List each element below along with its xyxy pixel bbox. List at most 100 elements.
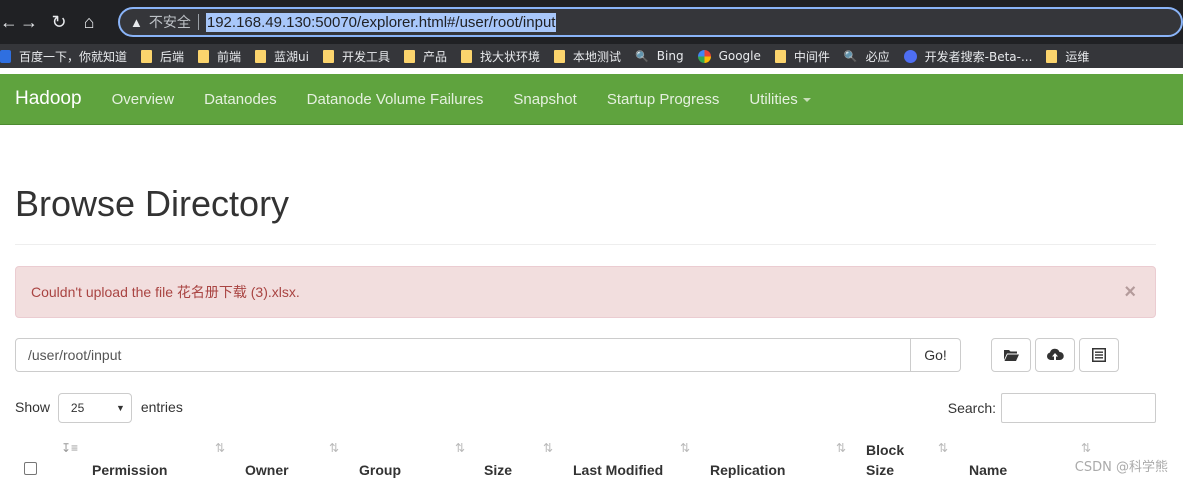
bookmark-local-test[interactable]: 本地测试 — [554, 48, 621, 65]
column-last-modified[interactable]: Last Modified — [573, 462, 663, 478]
bookmark-label: 百度一下，你就知道 — [19, 49, 128, 64]
error-alert: Couldn't upload the file 花名册下载 (3).xlsx.… — [15, 266, 1156, 318]
browser-toolbar: ← → ↻ ⌂ ▲ 不安全 192.168.49.130:50070/explo… — [0, 0, 1183, 44]
column-owner[interactable]: Owner — [245, 462, 289, 478]
warning-icon[interactable]: ▲ — [130, 15, 143, 30]
bookmark-label: 必应 — [865, 49, 890, 64]
search-input[interactable] — [1001, 393, 1156, 423]
nav-utilities[interactable]: Utilities — [749, 90, 811, 108]
alert-message: Couldn't upload the file 花名册下载 (3).xlsx. — [31, 284, 300, 300]
entries-label: entries — [140, 399, 183, 415]
column-permission[interactable]: Permission — [92, 462, 167, 478]
cut-paste-button[interactable] — [1079, 338, 1119, 372]
sort-icon[interactable]: ⇅ — [1081, 441, 1091, 455]
folder-icon — [774, 49, 786, 63]
title-divider — [15, 244, 1156, 245]
chevron-down-icon: ▼ — [116, 403, 125, 413]
address-bar[interactable]: ▲ 不安全 192.168.49.130:50070/explorer.html… — [118, 7, 1183, 37]
sort-icon[interactable]: ⇅ — [215, 441, 225, 455]
bookmark-baidu[interactable]: 百度一下，你就知道 — [0, 48, 127, 65]
sort-icon[interactable]: ⇅ — [680, 441, 690, 455]
search-label: Search: — [947, 400, 996, 416]
caret-down-icon — [802, 97, 811, 102]
sort-icon[interactable]: ⇅ — [836, 441, 846, 455]
folder-icon — [1046, 49, 1058, 63]
folder-icon — [461, 49, 473, 63]
watermark: CSDN @科学熊 — [1074, 460, 1168, 475]
sort-icon[interactable]: ⇅ — [455, 441, 465, 455]
sort-icon[interactable]: ⇅ — [329, 441, 339, 455]
hadoop-navbar: Hadoop Overview Datanodes Datanode Volum… — [0, 74, 1183, 125]
search-icon: 🔍 — [635, 49, 649, 63]
bookmark-label: 产品 — [423, 49, 448, 64]
bookmark-label: 蓝湖ui — [274, 49, 309, 64]
bookmark-dev-search[interactable]: 开发者搜索-Beta-... — [903, 48, 1033, 65]
column-replication[interactable]: Replication — [710, 462, 785, 478]
sort-icon[interactable]: ⇅ — [543, 441, 553, 455]
bookmark-label: 找大状环境 — [480, 49, 541, 64]
nav-utilities-label: Utilities — [749, 90, 798, 108]
bookmarks-bar: 百度一下，你就知道 后端 前端 蓝湖ui 开发工具 产品 找大状环境 本地测试 … — [0, 44, 1183, 68]
brand-link[interactable]: Hadoop — [15, 88, 82, 110]
bookmark-label: 开发者搜索-Beta-... — [924, 49, 1033, 64]
bookmark-label: 前端 — [217, 49, 242, 64]
security-status[interactable]: 不安全 — [149, 12, 191, 32]
column-block-size-line1[interactable]: Block — [866, 442, 904, 458]
url-text[interactable]: 192.168.49.130:50070/explorer.html#/user… — [205, 12, 557, 32]
bookmark-env[interactable]: 找大状环境 — [461, 48, 540, 65]
bookmark-lanhu[interactable]: 蓝湖ui — [255, 48, 309, 65]
create-directory-button[interactable] — [991, 338, 1031, 372]
bookmark-label: Bing — [656, 49, 684, 63]
folder-icon — [554, 49, 566, 63]
reload-icon[interactable]: ↻ — [44, 0, 74, 44]
bookmark-label: 本地测试 — [573, 49, 622, 64]
bookmark-backend[interactable]: 后端 — [141, 48, 184, 65]
nav-startup-progress[interactable]: Startup Progress — [607, 91, 720, 108]
folder-icon — [404, 49, 416, 63]
search-icon: 🔍 — [843, 49, 858, 63]
bookmark-label: 开发工具 — [342, 49, 391, 64]
bookmark-google[interactable]: Google — [697, 49, 761, 63]
nav-overview[interactable]: Overview — [112, 91, 175, 108]
bookmark-middleware[interactable]: 中间件 — [774, 48, 830, 65]
column-size[interactable]: Size — [484, 462, 512, 478]
folder-icon — [255, 49, 267, 63]
dev-search-icon — [903, 49, 917, 63]
entries-value: 25 — [70, 401, 85, 415]
back-icon[interactable]: ← — [0, 0, 14, 44]
bookmark-bing[interactable]: 🔍 Bing — [635, 49, 684, 63]
baidu-icon — [0, 49, 11, 63]
bookmark-frontend[interactable]: 前端 — [198, 48, 241, 65]
entries-control: Show 25 ▼ entries — [15, 393, 183, 423]
bookmark-ops[interactable]: 运维 — [1046, 48, 1089, 65]
select-all-checkbox[interactable] — [24, 462, 37, 475]
bookmark-label: 运维 — [1065, 49, 1090, 64]
sort-asc-icon[interactable]: ↧≡ — [61, 441, 78, 455]
entries-select[interactable]: 25 ▼ — [57, 393, 132, 423]
sort-icon[interactable]: ⇅ — [938, 441, 948, 455]
column-group[interactable]: Group — [359, 462, 401, 478]
directory-path-input[interactable] — [15, 338, 911, 372]
forward-icon[interactable]: → — [14, 0, 44, 44]
bookmark-devtools[interactable]: 开发工具 — [323, 48, 390, 65]
omnibox-divider — [197, 14, 199, 30]
go-button[interactable]: Go! — [911, 338, 961, 372]
column-block-size-line2[interactable]: Size — [866, 462, 894, 478]
close-icon[interactable]: × — [1124, 281, 1136, 304]
column-name[interactable]: Name — [969, 462, 1007, 478]
show-label: Show — [15, 399, 51, 415]
list-alt-icon — [1092, 348, 1106, 362]
upload-button[interactable] — [1035, 338, 1075, 372]
home-icon[interactable]: ⌂ — [74, 0, 104, 44]
table-controls: Show 25 ▼ entries Search: — [15, 392, 1156, 424]
nav-volume-failures[interactable]: Datanode Volume Failures — [307, 91, 484, 108]
nav-datanodes[interactable]: Datanodes — [204, 91, 277, 108]
nav-snapshot[interactable]: Snapshot — [513, 91, 576, 108]
bookmark-label: 后端 — [160, 49, 185, 64]
folder-icon — [323, 49, 334, 63]
table-header: ↧≡ Permission ⇅ Owner ⇅ Group ⇅ Size ⇅ L… — [15, 433, 1156, 483]
bookmark-label: Google — [718, 49, 761, 63]
page-title: Browse Directory — [15, 183, 290, 224]
bookmark-biying[interactable]: 🔍 必应 — [844, 48, 890, 65]
bookmark-product[interactable]: 产品 — [404, 48, 447, 65]
